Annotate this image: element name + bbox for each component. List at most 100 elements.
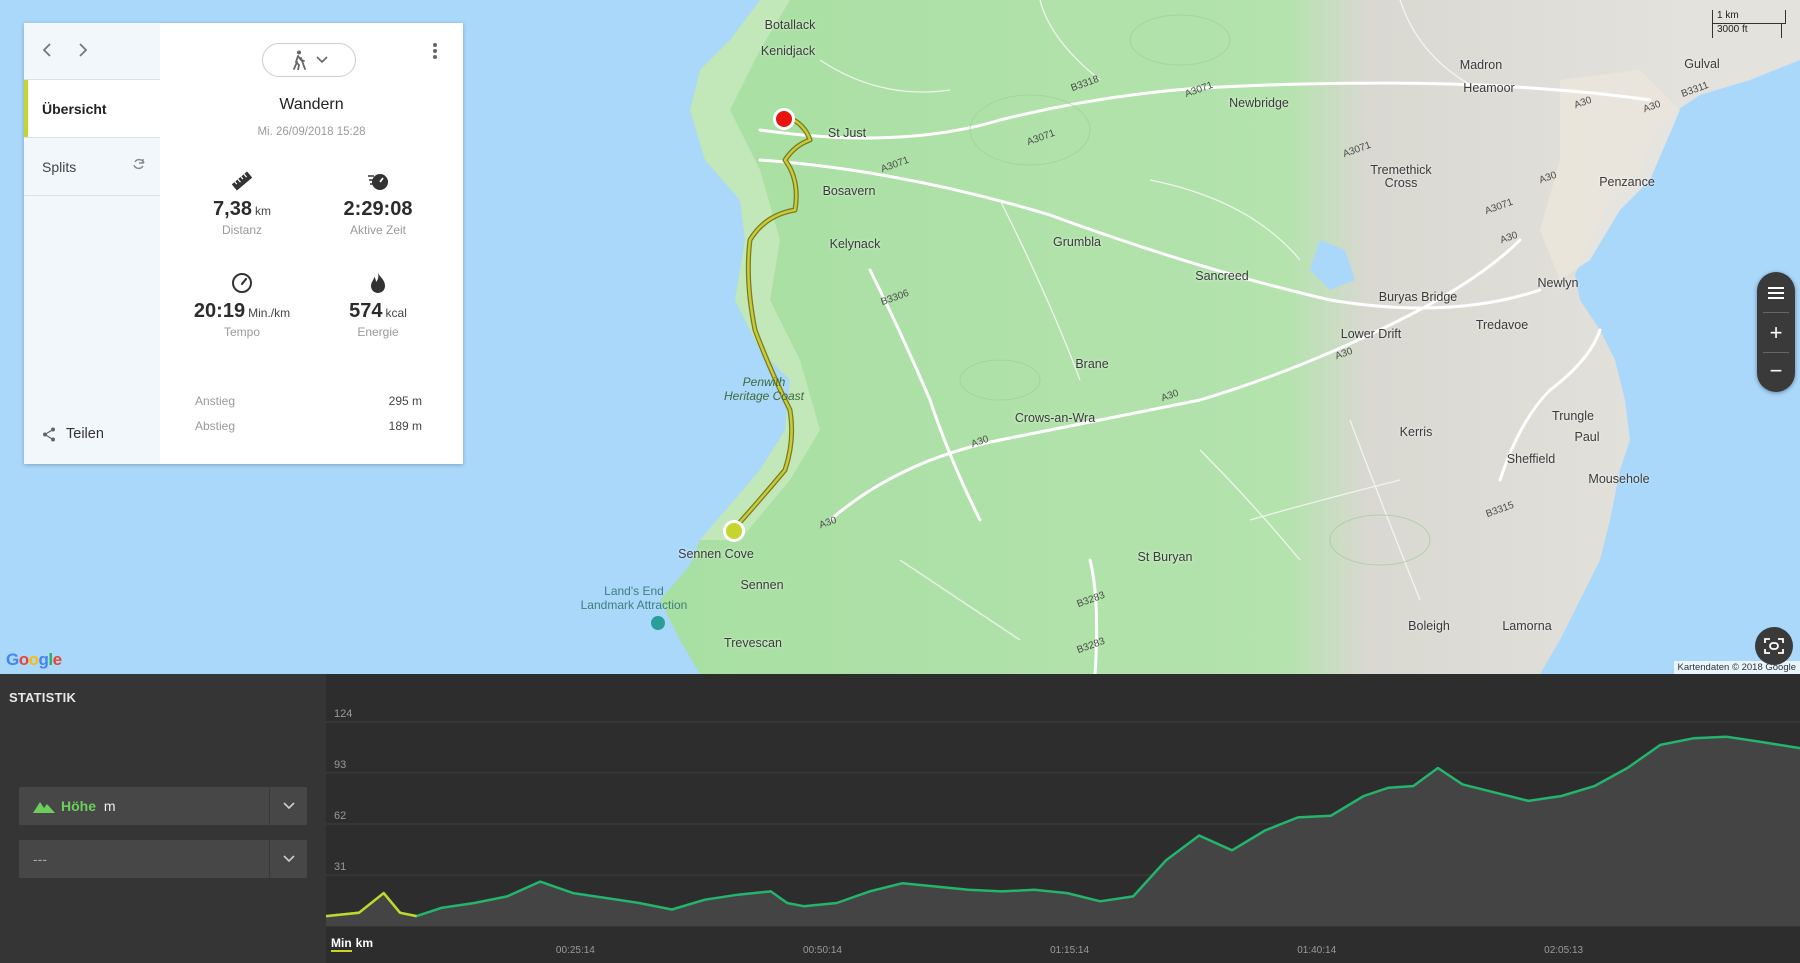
ascent-label: Anstieg [195, 394, 236, 408]
place-label: Bosavern [822, 184, 876, 198]
statistics-title: STATISTIK [9, 690, 77, 705]
fit-route-button[interactable] [1755, 627, 1793, 665]
activity-panel: Übersicht Splits Teilen Wandern Mi. 26/0… [24, 23, 463, 464]
map-layers-button[interactable] [1757, 274, 1795, 312]
sport-type-dropdown[interactable] [262, 43, 356, 77]
tab-overview-label: Übersicht [42, 100, 107, 117]
more-options-icon[interactable] [433, 41, 439, 61]
zoom-in-button[interactable]: + [1757, 314, 1795, 352]
attraction-pin [651, 616, 665, 630]
fit-screen-icon [1764, 638, 1784, 654]
active-time-label: Aktive Zeit [349, 223, 406, 237]
y-tick-label: 31 [334, 861, 346, 873]
statistics-controls: STATISTIK Höhe m --- [0, 674, 326, 963]
activity-navigation [24, 23, 160, 80]
chevron-down-icon[interactable] [269, 840, 307, 878]
ascent-value: 295 m [388, 394, 422, 408]
hiking-icon [293, 50, 306, 70]
place-label: Gulval [1684, 57, 1720, 71]
place-label: Lower Drift [1340, 327, 1402, 341]
place-label: Newlyn [1537, 276, 1579, 290]
activity-title: Wandern [279, 96, 344, 113]
x-tick-label: 02:05:13 [1544, 945, 1583, 956]
elevation-chart[interactable]: 031629312400:25:1400:50:1401:15:1401:40:… [326, 674, 1800, 963]
descent-row: Abstieg 189 m [195, 419, 422, 433]
chevron-down-icon [316, 56, 328, 64]
share-label: Teilen [66, 426, 104, 442]
elevation-chart-svg[interactable]: 031629312400:25:1400:50:1401:15:1401:40:… [326, 674, 1800, 963]
energy-label: Energie [357, 325, 399, 339]
descent-label: Abstieg [195, 419, 236, 433]
secondary-metric-label: --- [33, 851, 47, 867]
primary-metric-label: Höhe [61, 798, 96, 814]
place-label: St Buryan [1137, 550, 1193, 564]
x-tick-label: 00:25:14 [556, 945, 595, 956]
place-label: Buryas Bridge [1378, 290, 1458, 304]
pace-value: 20:19 [193, 300, 246, 322]
stat-active-time: 2:29:08 Aktive Zeit [308, 168, 448, 237]
energy-value: 574 [349, 300, 383, 322]
distance-label: Distanz [221, 223, 262, 237]
x-tick-label: 00:50:14 [803, 945, 842, 956]
chevron-right-icon[interactable] [78, 41, 88, 62]
share-button[interactable]: Teilen [42, 426, 104, 442]
place-label: Lamorna [1502, 619, 1552, 633]
stat-energy: 574 kcal Energie [308, 270, 448, 339]
activity-page: Botallack Kenidjack St Just Bosavern Kelynac… [0, 0, 1800, 963]
distance-unit: km [254, 204, 271, 218]
place-label: Trungle [1552, 409, 1594, 423]
elevation-area [326, 736, 1800, 926]
chevron-left-icon[interactable] [42, 41, 52, 62]
place-label: Newbridge [1229, 96, 1289, 110]
zoom-out-button[interactable]: − [1757, 352, 1795, 390]
energy-unit: kcal [385, 306, 407, 320]
place-label: St Just [827, 126, 867, 140]
stopwatch-icon [308, 168, 448, 194]
map-scale: 1 km 3000 ft [1712, 10, 1790, 40]
panel-content: Wandern Mi. 26/09/2018 15:28 7,38 km Dist… [160, 23, 463, 464]
place-label: Grumbla [1053, 235, 1101, 249]
x-tick-label: 01:40:14 [1297, 945, 1336, 956]
place-label: Tremethick [1370, 163, 1432, 177]
google-logo: Google [6, 650, 62, 669]
layers-icon [1768, 287, 1784, 299]
speedometer-icon [172, 270, 312, 296]
place-label: Kelynack [829, 237, 881, 251]
tab-overview[interactable]: Übersicht [24, 80, 160, 138]
chevron-down-icon[interactable] [269, 787, 307, 825]
y-tick-label: 124 [334, 708, 352, 720]
place-label: Sennen Cove [678, 547, 754, 561]
place-label: Heamoor [1463, 81, 1515, 95]
descent-value: 189 m [388, 419, 422, 433]
flame-icon [308, 270, 448, 296]
place-label: Trevescan [724, 636, 782, 650]
share-icon [43, 427, 55, 441]
map-controls: + − [1757, 272, 1795, 392]
place-label: Sheffield [1506, 452, 1556, 466]
place-label: Botallack [764, 18, 816, 32]
x-axis-km-toggle[interactable]: km [356, 936, 373, 952]
x-tick-label: 01:15:14 [1050, 945, 1089, 956]
tab-splits[interactable]: Splits [24, 138, 160, 196]
x-axis-minutes-toggle[interactable]: Min [331, 936, 352, 952]
pace-label: Tempo [223, 325, 261, 339]
scale-metric: 1 km [1712, 10, 1786, 24]
pace-unit: Min./km [248, 306, 291, 320]
activity-date: Mi. 26/09/2018 15:28 [257, 126, 366, 138]
place-label: Sancreed [1195, 269, 1249, 283]
place-label: Boleigh [1408, 619, 1450, 633]
statistics-section: STATISTIK Höhe m --- 031629312400:25:140… [0, 674, 1800, 963]
coast-label: Penwith Heritage Coast [723, 375, 805, 403]
primary-metric-unit: m [103, 798, 116, 814]
panel-sidebar: Übersicht Splits Teilen [24, 23, 160, 464]
stat-distance: 7,38 km Distanz [172, 168, 312, 237]
secondary-metric-dropdown[interactable]: --- [19, 840, 307, 878]
refresh-icon [132, 157, 146, 173]
tab-splits-label: Splits [42, 158, 77, 175]
attraction-label[interactable]: Land's End Landmark Attraction [581, 584, 688, 612]
y-tick-label: 62 [334, 810, 346, 822]
place-label: Paul [1574, 430, 1600, 444]
stat-pace: 20:19 Min./km Tempo [172, 270, 312, 339]
scale-imperial: 3000 ft [1712, 24, 1782, 38]
primary-metric-dropdown[interactable]: Höhe m [19, 787, 307, 825]
